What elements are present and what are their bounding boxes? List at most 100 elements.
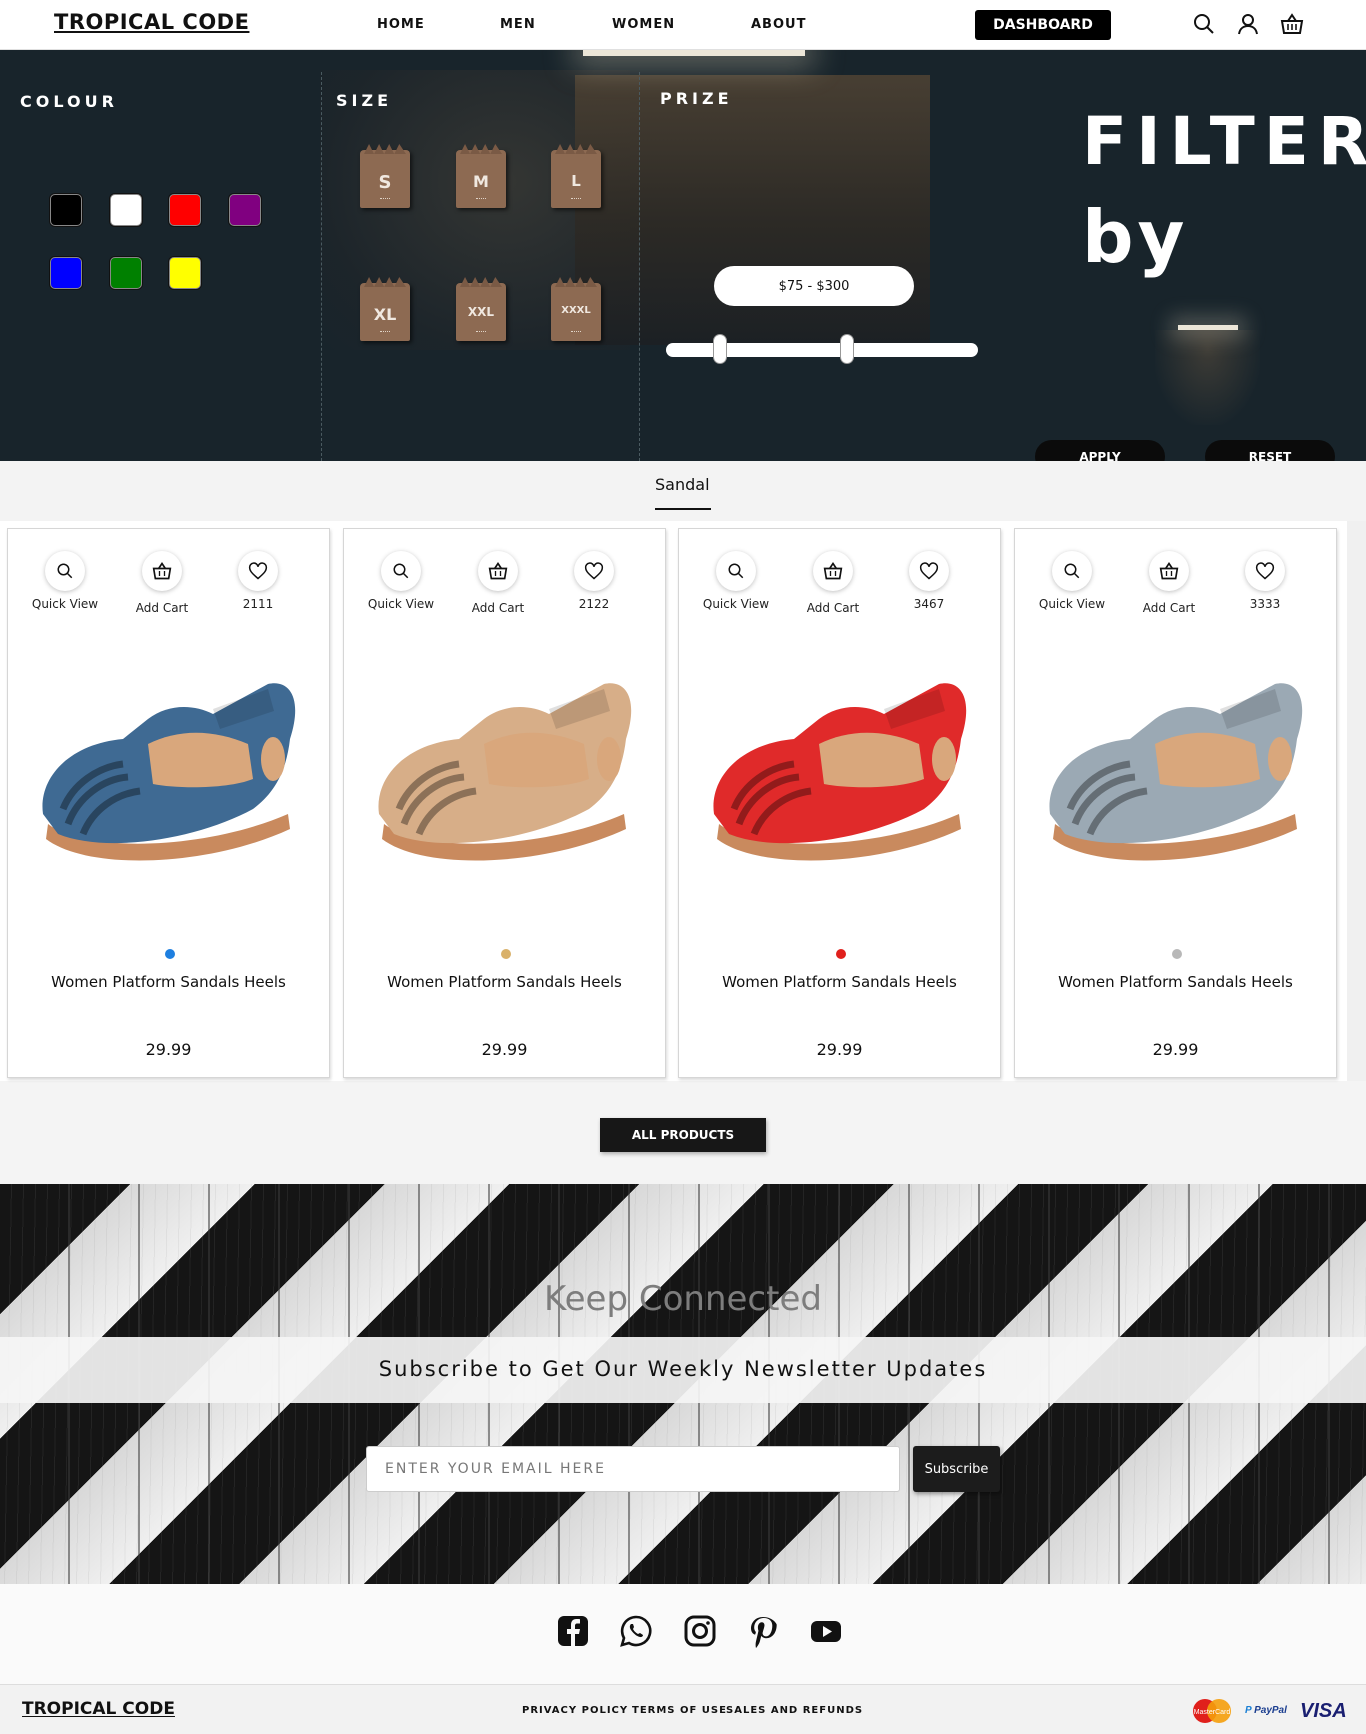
reset-button[interactable]: RESET [1205, 440, 1335, 461]
size-option-l[interactable]: L [551, 150, 601, 208]
colour-swatch-purple[interactable] [229, 194, 261, 226]
quick-view-button[interactable]: Quick View [1032, 551, 1112, 611]
search-icon[interactable] [381, 551, 421, 591]
subscribe-button[interactable]: Subscribe [913, 1446, 1000, 1492]
filter-heading-by: by [1082, 195, 1189, 279]
product-image[interactable] [364, 649, 649, 879]
size-title: SIZE [336, 91, 393, 110]
product-card[interactable]: Quick View Add Cart 3333 Women Platform San… [1014, 528, 1337, 1078]
product-name[interactable]: Women Platform Sandals Heels [344, 973, 665, 991]
terms-of-use-link[interactable]: TERMS OF USE [632, 1705, 727, 1716]
wishlist-button[interactable]: 2111 [218, 551, 298, 611]
nav-about[interactable]: ABOUT [751, 17, 806, 32]
wishlist-button[interactable]: 3467 [889, 551, 969, 611]
size-label: L [571, 172, 581, 190]
size-option-xxl[interactable]: XXL [456, 283, 506, 341]
colour-swatch-red[interactable] [169, 194, 201, 226]
tab-sandal[interactable]: Sandal [655, 475, 710, 494]
sales-refunds-link[interactable]: SALES AND REFUNDS [726, 1705, 863, 1716]
search-icon[interactable] [716, 551, 756, 591]
basket-icon[interactable] [813, 551, 853, 591]
colour-swatch-blue[interactable] [50, 257, 82, 289]
quick-view-button[interactable]: Quick View [361, 551, 441, 611]
product-image[interactable] [28, 649, 313, 879]
size-option-xxxl[interactable]: XXXL [551, 283, 601, 341]
price-slider-max-handle[interactable] [840, 334, 854, 364]
basket-icon[interactable] [478, 551, 518, 591]
colour-swatch-green[interactable] [110, 257, 142, 289]
product-price: 29.99 [816, 1040, 863, 1059]
size-label: XXL [467, 305, 495, 319]
add-cart-label: Add Cart [806, 601, 860, 615]
size-label: M [473, 172, 489, 191]
scrollbar[interactable] [1347, 521, 1366, 1081]
user-icon[interactable] [1236, 12, 1260, 36]
product-name[interactable]: Women Platform Sandals Heels [1015, 973, 1336, 991]
quick-view-label: Quick View [31, 597, 99, 611]
color-dot[interactable] [836, 949, 846, 959]
whatsapp-icon[interactable] [619, 1614, 653, 1648]
nav-women[interactable]: WOMEN [612, 17, 675, 32]
newsletter-subtitle: Subscribe to Get Our Weekly Newsletter U… [378, 1357, 988, 1381]
color-dot[interactable] [165, 949, 175, 959]
heart-icon[interactable] [909, 551, 949, 591]
all-products-button[interactable]: ALL PRODUCTS [600, 1118, 766, 1152]
basket-icon[interactable] [1149, 551, 1189, 591]
product-name[interactable]: Women Platform Sandals Heels [679, 973, 1000, 991]
search-icon[interactable] [1052, 551, 1092, 591]
size-label: XXXL [561, 305, 591, 316]
facebook-icon[interactable] [556, 1614, 590, 1648]
color-dot[interactable] [501, 949, 511, 959]
add-cart-button[interactable]: Add Cart [1129, 551, 1209, 615]
quick-view-button[interactable]: Quick View [25, 551, 105, 611]
search-icon[interactable] [1192, 12, 1216, 36]
search-icon[interactable] [45, 551, 85, 591]
product-card[interactable]: Quick View Add Cart 2111 Women Platform San… [7, 528, 330, 1078]
heart-icon[interactable] [1245, 551, 1285, 591]
wishlist-button[interactable]: 2122 [554, 551, 634, 611]
quick-view-label: Quick View [367, 597, 435, 611]
heart-icon[interactable] [574, 551, 614, 591]
nav-men[interactable]: MEN [500, 17, 536, 32]
add-cart-button[interactable]: Add Cart [793, 551, 873, 615]
bag-stitch [476, 198, 486, 200]
wishlist-button[interactable]: 3333 [1225, 551, 1305, 611]
paypal-label: PayPal [1254, 1705, 1287, 1716]
add-cart-label: Add Cart [471, 601, 525, 615]
size-option-m[interactable]: M [456, 150, 506, 208]
colour-swatch-black[interactable] [50, 194, 82, 226]
wishlist-label: 2122 [578, 597, 610, 611]
bag-stitch [380, 198, 390, 200]
colour-swatch-yellow[interactable] [169, 257, 201, 289]
colour-swatch-white[interactable] [110, 194, 142, 226]
apply-button[interactable]: APPLY [1035, 440, 1165, 461]
footer-logo[interactable]: TROPICAL CODE [22, 1699, 175, 1719]
color-dot[interactable] [1172, 949, 1182, 959]
youtube-icon[interactable] [809, 1614, 843, 1648]
page: { "header": { "logo": "TROPICAL CODE", "… [0, 0, 1366, 1734]
product-image[interactable] [699, 649, 984, 879]
dashboard-button[interactable]: DASHBOARD [975, 10, 1111, 40]
pinterest-icon[interactable] [746, 1614, 780, 1648]
email-input[interactable] [366, 1446, 900, 1492]
quick-view-button[interactable]: Quick View [696, 551, 776, 611]
instagram-icon[interactable] [683, 1614, 717, 1648]
add-cart-button[interactable]: Add Cart [122, 551, 202, 615]
product-image[interactable] [1035, 649, 1320, 879]
wishlist-label: 3333 [1249, 597, 1281, 611]
size-option-s[interactable]: S [360, 150, 410, 208]
privacy-policy-link[interactable]: PRIVACY POLICY [522, 1705, 628, 1716]
basket-icon[interactable] [142, 551, 182, 591]
price-slider-min-handle[interactable] [713, 334, 727, 364]
site-logo[interactable]: TROPICAL CODE [54, 10, 249, 34]
size-option-xl[interactable]: XL [360, 283, 410, 341]
basket-icon[interactable] [1280, 12, 1304, 36]
nav-home[interactable]: HOME [377, 17, 425, 32]
product-name[interactable]: Women Platform Sandals Heels [8, 973, 329, 991]
size-label: XL [373, 305, 397, 324]
product-card[interactable]: Quick View Add Cart 3467 Women Platform San… [678, 528, 1001, 1078]
add-cart-button[interactable]: Add Cart [458, 551, 538, 615]
heart-icon[interactable] [238, 551, 278, 591]
product-card[interactable]: Quick View Add Cart 2122 Women Platform San… [343, 528, 666, 1078]
size-label: S [378, 172, 392, 193]
